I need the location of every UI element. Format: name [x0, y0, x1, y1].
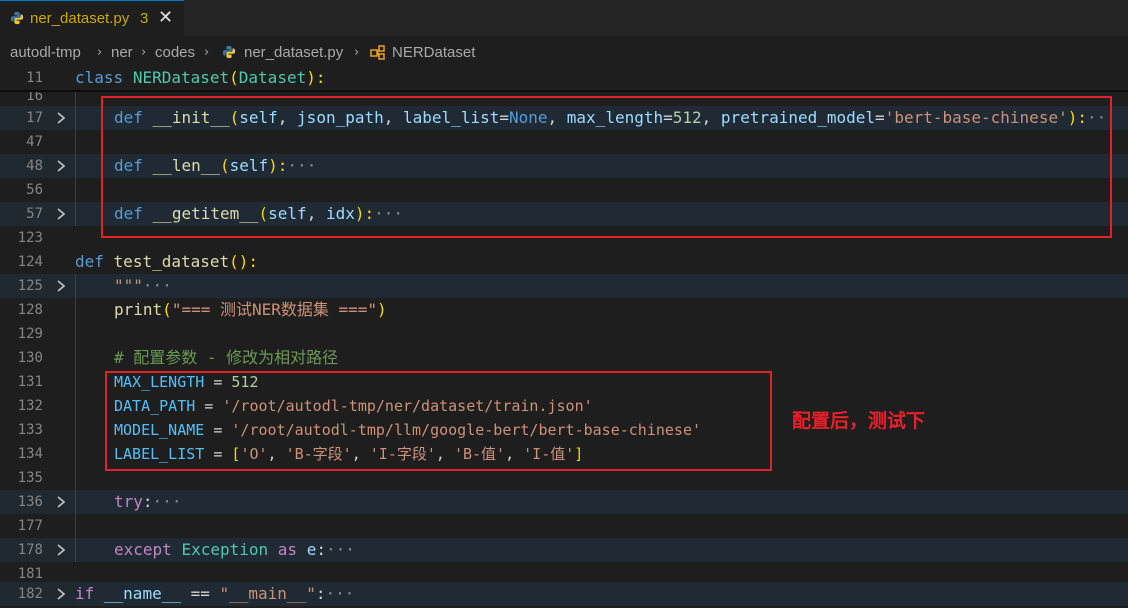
fold-chevron-icon[interactable]	[56, 587, 66, 601]
code-text: try:···	[114, 492, 182, 511]
line-number: 128	[17, 302, 43, 318]
chevron-right-icon: ›	[354, 45, 360, 60]
close-icon[interactable]: ✕	[158, 7, 173, 28]
breadcrumb-item-codes[interactable]: codes	[155, 44, 195, 61]
breadcrumb-item-symbol[interactable]: NERDataset	[392, 44, 475, 61]
code-line-182: 182 if __name__ == "__main__":···	[0, 582, 1128, 606]
folded-ellipsis[interactable]: ···	[143, 276, 172, 295]
line-number: 48	[26, 158, 43, 174]
tab-bar: ner_dataset.py 3 ✕	[0, 0, 1128, 36]
indent-guide	[75, 92, 76, 226]
line-number: 16	[26, 92, 43, 104]
code-text: print("=== 测试NER数据集 ===")	[114, 300, 387, 319]
python-icon	[10, 11, 24, 25]
highlight-box-methods	[101, 96, 1112, 238]
line-number: 178	[17, 542, 43, 558]
breadcrumb-item-file[interactable]: ner_dataset.py	[244, 44, 343, 61]
fold-chevron-icon[interactable]	[56, 111, 66, 125]
annotation-note: 配置后，测试下	[792, 410, 926, 432]
code-text: class NERDataset(Dataset):	[75, 68, 326, 87]
line-number: 182	[17, 586, 43, 602]
code-line-11: 11 class NERDataset(Dataset):	[0, 66, 1128, 90]
line-number: 11	[26, 70, 43, 86]
line-number: 123	[17, 230, 43, 246]
fold-chevron-icon[interactable]	[56, 207, 66, 221]
code-line-178: 178 except Exception as e:···	[0, 538, 1128, 562]
line-number: 136	[17, 494, 43, 510]
line-number: 47	[26, 134, 43, 150]
line-number: 131	[17, 374, 43, 390]
code-line-129: 129	[0, 322, 1128, 346]
folded-ellipsis[interactable]: ···	[153, 492, 182, 511]
chevron-right-icon: ›	[97, 45, 103, 60]
line-number: 124	[17, 254, 43, 270]
breadcrumb-item-ner[interactable]: ner	[111, 44, 133, 61]
python-icon	[222, 45, 236, 59]
code-line-124: 124 def test_dataset():	[0, 250, 1128, 274]
line-number: 177	[17, 518, 43, 534]
code-text: def test_dataset():	[75, 252, 259, 271]
tab-filename: ner_dataset.py	[30, 10, 130, 27]
code-text: """···	[114, 276, 172, 295]
line-number: 133	[17, 422, 43, 438]
fold-chevron-icon[interactable]	[56, 495, 66, 509]
indent-guide	[75, 274, 76, 562]
line-number: 135	[17, 470, 43, 486]
code-line-125: 125 """···	[0, 274, 1128, 298]
chevron-right-icon: ›	[204, 45, 210, 60]
code-line-128: 128 print("=== 测试NER数据集 ===")	[0, 298, 1128, 322]
code-line-177: 177	[0, 514, 1128, 538]
folded-ellipsis[interactable]: ···	[325, 584, 354, 603]
problem-count-badge: 3	[140, 10, 149, 27]
code-text: except Exception as e:···	[114, 540, 355, 559]
line-number: 17	[26, 110, 43, 126]
tab-ner-dataset[interactable]: ner_dataset.py 3 ✕	[0, 0, 184, 36]
line-number: 130	[17, 350, 43, 366]
line-number: 132	[17, 398, 43, 414]
folded-ellipsis[interactable]: ···	[326, 540, 355, 559]
code-comment: # 配置参数 - 修改为相对路径	[114, 348, 339, 367]
chevron-right-icon: ›	[141, 45, 147, 60]
fold-chevron-icon[interactable]	[56, 543, 66, 557]
breadcrumb-item-autodl-tmp[interactable]: autodl-tmp	[10, 44, 81, 61]
fold-chevron-icon[interactable]	[56, 279, 66, 293]
code-line-130: 130 # 配置参数 - 修改为相对路径	[0, 346, 1128, 370]
fold-chevron-icon[interactable]	[56, 159, 66, 173]
breadcrumb: autodl-tmp › ner › codes › ner_dataset.p…	[0, 40, 1128, 66]
code-text: if __name__ == "__main__":···	[75, 584, 355, 603]
code-line-136: 136 try:···	[0, 490, 1128, 514]
line-number: 56	[26, 182, 43, 198]
line-number: 134	[17, 446, 43, 462]
line-number: 129	[17, 326, 43, 342]
line-number: 125	[17, 278, 43, 294]
line-number: 57	[26, 206, 43, 222]
class-symbol-icon	[370, 45, 385, 60]
highlight-box-config	[105, 371, 772, 471]
